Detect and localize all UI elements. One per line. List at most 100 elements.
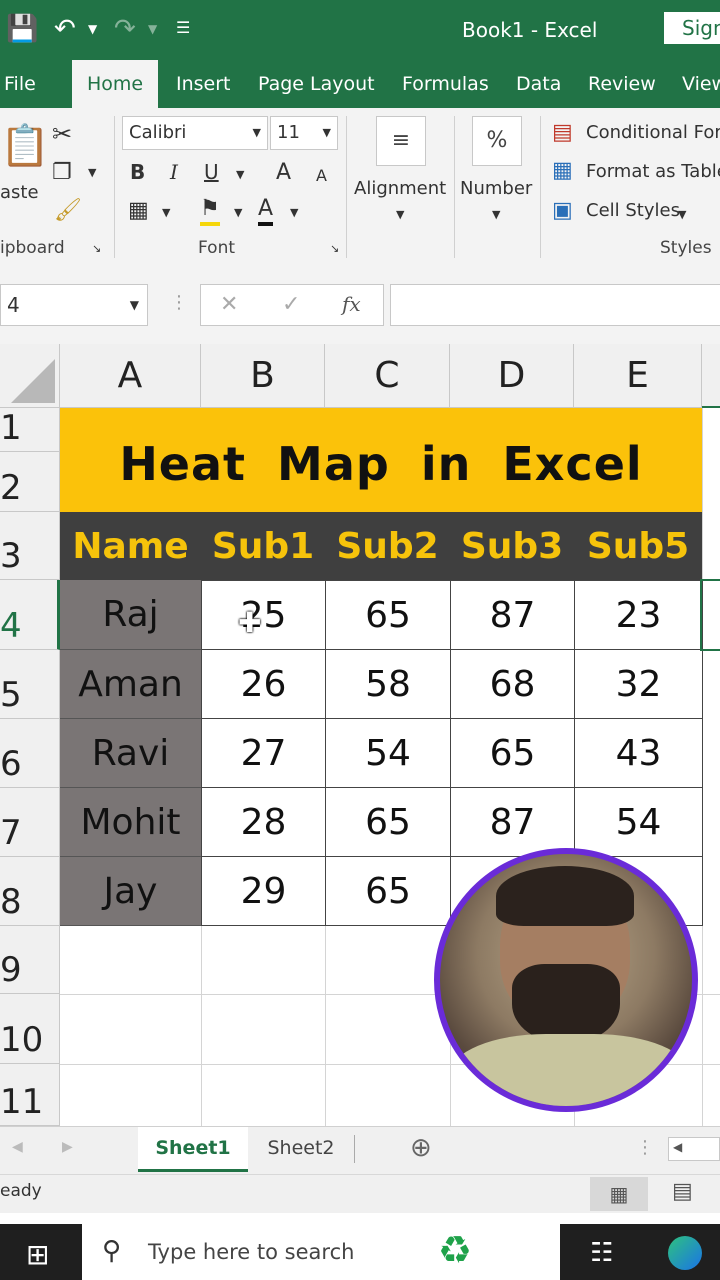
- task-view-icon[interactable]: ☷: [590, 1238, 613, 1268]
- underline-dropdown-icon[interactable]: ▼: [236, 168, 244, 181]
- row-header-3[interactable]: 3: [0, 512, 60, 580]
- normal-view-button[interactable]: ▦: [590, 1177, 648, 1211]
- conditional-formatting-icon[interactable]: ▤: [552, 120, 573, 145]
- tab-review[interactable]: Review: [588, 60, 656, 108]
- value-cell[interactable]: 26: [201, 649, 326, 719]
- row-header-5[interactable]: 5: [0, 650, 60, 719]
- tab-file[interactable]: File: [4, 60, 36, 108]
- name-box[interactable]: 4 ▼: [0, 284, 148, 326]
- alignment-icon[interactable]: ≡: [376, 116, 426, 166]
- column-header-d[interactable]: D: [450, 344, 574, 408]
- value-cell[interactable]: 28: [201, 787, 326, 857]
- value-cell[interactable]: 25: [201, 580, 326, 650]
- borders-dropdown-icon[interactable]: ▼: [162, 206, 170, 219]
- italic-button[interactable]: I: [170, 160, 178, 184]
- row-header-1[interactable]: 1: [0, 408, 60, 452]
- scroll-right-icon[interactable]: ▶: [62, 1139, 73, 1155]
- page-layout-view-icon[interactable]: ▤: [672, 1179, 693, 1204]
- tab-view[interactable]: View: [682, 60, 720, 108]
- font-name-select[interactable]: Calibri ▼: [122, 116, 268, 150]
- heat-map-title-cell[interactable]: Heat Map in Excel: [60, 408, 702, 512]
- value-cell[interactable]: 58: [325, 649, 451, 719]
- taskbar-search[interactable]: ⚲ Type here to search ♻: [82, 1224, 560, 1280]
- enter-icon[interactable]: ✓: [282, 292, 300, 317]
- row-header-4[interactable]: 4: [0, 580, 60, 650]
- borders-icon[interactable]: ▦: [128, 198, 149, 223]
- formula-input[interactable]: [390, 284, 720, 326]
- undo-icon[interactable]: ↶: [54, 14, 76, 44]
- format-painter-icon[interactable]: 🖌: [54, 198, 82, 223]
- horizontal-scrollbar[interactable]: ◀: [668, 1137, 720, 1161]
- value-cell[interactable]: 23: [574, 580, 703, 650]
- paste-label[interactable]: aste: [0, 182, 39, 203]
- font-color-button[interactable]: A: [258, 196, 274, 226]
- font-launcher-icon[interactable]: ↘: [330, 242, 339, 255]
- value-cell[interactable]: 65: [450, 718, 575, 788]
- column-header-b[interactable]: B: [201, 344, 325, 408]
- cancel-icon[interactable]: ✕: [220, 292, 238, 317]
- format-table-icon[interactable]: ▦: [552, 158, 573, 183]
- select-all-corner[interactable]: [0, 344, 60, 408]
- cell-styles-icon[interactable]: ▣: [552, 198, 573, 223]
- cut-icon[interactable]: ✂: [52, 120, 72, 148]
- row-header-2[interactable]: 2: [0, 452, 60, 512]
- format-as-table-button[interactable]: Format as Table: [586, 161, 720, 182]
- header-cell-sub2[interactable]: Sub2: [325, 512, 450, 580]
- sheet-tab-sheet2[interactable]: Sheet2: [252, 1127, 350, 1169]
- tab-formulas[interactable]: Formulas: [402, 60, 489, 108]
- number-button[interactable]: Number: [460, 178, 532, 199]
- paste-icon[interactable]: 📋: [0, 122, 50, 169]
- value-cell[interactable]: 27: [201, 718, 326, 788]
- add-sheet-icon[interactable]: ⊕: [410, 1133, 432, 1163]
- value-cell[interactable]: 65: [325, 856, 451, 926]
- save-icon[interactable]: 💾: [6, 14, 38, 44]
- value-cell[interactable]: 29: [201, 856, 326, 926]
- tab-page-layout[interactable]: Page Layout: [258, 60, 375, 108]
- cell-styles-button[interactable]: Cell Styles: [586, 200, 680, 221]
- value-cell[interactable]: 54: [325, 718, 451, 788]
- value-cell[interactable]: 65: [325, 580, 451, 650]
- row-header-7[interactable]: 7: [0, 788, 60, 857]
- header-cell-sub1[interactable]: Sub1: [201, 512, 325, 580]
- fill-color-icon[interactable]: ⚑: [200, 196, 220, 226]
- value-cell[interactable]: 54: [574, 787, 703, 857]
- header-cell-sub5[interactable]: Sub5: [574, 512, 702, 580]
- row-header-11[interactable]: 11: [0, 1064, 60, 1126]
- undo-dropdown-icon[interactable]: ▼: [88, 22, 97, 36]
- copy-icon[interactable]: ❐: [52, 160, 72, 185]
- sign-in-button[interactable]: Sign: [664, 12, 720, 44]
- value-cell[interactable]: 68: [450, 649, 575, 719]
- shrink-font-button[interactable]: A: [316, 166, 327, 185]
- windows-start-icon[interactable]: ⊞: [26, 1238, 49, 1271]
- font-color-dropdown-icon[interactable]: ▼: [290, 206, 298, 219]
- scroll-left-icon[interactable]: ◀: [673, 1140, 682, 1154]
- row-header-9[interactable]: 9: [0, 926, 60, 994]
- sheet-tab-sheet1[interactable]: Sheet1: [138, 1127, 248, 1172]
- underline-button[interactable]: U: [204, 160, 219, 184]
- fill-dropdown-icon[interactable]: ▼: [234, 206, 242, 219]
- customize-qat-icon[interactable]: ☰: [176, 18, 190, 37]
- number-dropdown-icon[interactable]: ▼: [492, 208, 500, 221]
- value-cell[interactable]: 65: [325, 787, 451, 857]
- value-cell[interactable]: 87: [450, 580, 575, 650]
- bold-button[interactable]: B: [130, 160, 145, 184]
- copy-dropdown-icon[interactable]: ▼: [88, 166, 96, 179]
- name-cell[interactable]: Raj: [60, 580, 201, 650]
- header-cell-name[interactable]: Name: [60, 512, 201, 580]
- cell-styles-dropdown-icon[interactable]: ▼: [678, 208, 686, 221]
- alignment-button[interactable]: Alignment: [354, 178, 446, 199]
- scroll-left-icon[interactable]: ◀: [12, 1139, 23, 1155]
- tab-data[interactable]: Data: [516, 60, 561, 108]
- name-cell[interactable]: Ravi: [60, 719, 201, 788]
- column-header-f[interactable]: [702, 344, 720, 408]
- alignment-dropdown-icon[interactable]: ▼: [396, 208, 404, 221]
- row-header-6[interactable]: 6: [0, 719, 60, 788]
- row-header-10[interactable]: 10: [0, 994, 60, 1064]
- header-cell-sub3[interactable]: Sub3: [450, 512, 574, 580]
- number-icon[interactable]: %: [472, 116, 522, 166]
- name-cell[interactable]: Aman: [60, 650, 201, 719]
- tab-home[interactable]: Home: [72, 60, 158, 108]
- font-size-select[interactable]: 11 ▼: [270, 116, 338, 150]
- conditional-formatting-button[interactable]: Conditional For: [586, 122, 720, 143]
- column-header-c[interactable]: C: [325, 344, 450, 408]
